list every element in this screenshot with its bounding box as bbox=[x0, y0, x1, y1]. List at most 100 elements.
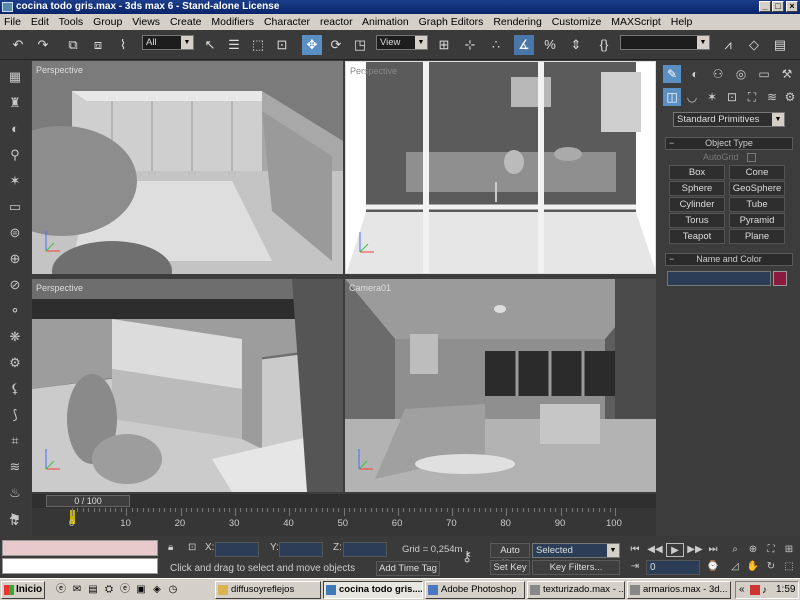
show-desktop-icon[interactable]: ▤ bbox=[86, 583, 100, 597]
torus-button[interactable]: Torus bbox=[669, 213, 725, 228]
viewport-label[interactable]: Perspective bbox=[36, 283, 83, 293]
minimize-button[interactable]: _ bbox=[759, 1, 771, 12]
outlook-icon[interactable]: ✉ bbox=[70, 583, 84, 597]
go-to-start-icon[interactable]: ⏮ bbox=[626, 543, 644, 557]
particles-icon[interactable]: ❋ bbox=[5, 327, 25, 347]
task-diffusoyreflejos[interactable]: diffusoyreflejos bbox=[215, 581, 321, 599]
track-bar[interactable]: ⇅ 0 10 20 30 40 50 60 70 80 90 100 bbox=[9, 508, 656, 536]
close-button[interactable]: × bbox=[786, 1, 798, 12]
cylinder-icon[interactable]: ⊜ bbox=[5, 223, 25, 243]
lock-icon[interactable]: 🔒︎ bbox=[168, 542, 173, 553]
menu-maxscript[interactable]: MAXScript bbox=[611, 16, 661, 28]
maximize-viewport-icon[interactable]: ⬚ bbox=[780, 560, 798, 574]
viewport-bottom-right[interactable]: Camera01 bbox=[345, 279, 656, 492]
material-icon[interactable]: ◐ bbox=[5, 119, 25, 139]
layer-manager-icon[interactable]: ▤ bbox=[770, 35, 790, 55]
mirror-icon[interactable]: ⩘ bbox=[718, 35, 738, 55]
pan-icon[interactable]: ✋ bbox=[744, 560, 762, 574]
set-key-button[interactable]: Set Key bbox=[490, 560, 530, 575]
menu-edit[interactable]: Edit bbox=[31, 16, 49, 28]
bend-icon[interactable]: ⟆ bbox=[5, 405, 25, 425]
name-and-color-rollup[interactable]: − Name and Color bbox=[665, 253, 793, 266]
select-object-icon[interactable]: ↖ bbox=[200, 35, 220, 55]
time-slider-thumb[interactable]: 0 / 100 bbox=[46, 495, 130, 507]
autogrid-checkbox[interactable] bbox=[747, 153, 756, 162]
spinner-snap-icon[interactable]: ⇕ bbox=[566, 35, 586, 55]
redo-icon[interactable]: ↷ bbox=[33, 35, 53, 55]
window-crossing-icon[interactable]: ⊡ bbox=[272, 35, 292, 55]
sphere-button[interactable]: Sphere bbox=[669, 181, 725, 196]
set-key-icon[interactable]: ⚷ bbox=[462, 548, 472, 565]
object-type-rollup[interactable]: − Object Type bbox=[665, 137, 793, 150]
task-adobe-photoshop[interactable]: Adobe Photoshop bbox=[425, 581, 525, 599]
compound-icon[interactable]: ⚬ bbox=[5, 301, 25, 321]
display-tab-icon[interactable]: ▭ bbox=[755, 65, 773, 83]
move-icon[interactable]: ✥ bbox=[302, 35, 322, 55]
unlink-icon[interactable]: ⧈ bbox=[88, 35, 108, 55]
link-icon[interactable]: ⧉ bbox=[63, 35, 83, 55]
shapes-icon[interactable]: ⊕ bbox=[5, 249, 25, 269]
edit-named-selection-icon[interactable]: {} bbox=[594, 35, 614, 55]
key-filters-button[interactable]: Key Filters... bbox=[532, 560, 620, 575]
space-warps-icon[interactable]: ≋ bbox=[763, 88, 781, 106]
menu-create[interactable]: Create bbox=[170, 16, 202, 28]
modeling-icon[interactable]: ▦ bbox=[5, 67, 25, 87]
box-icon[interactable]: ▭ bbox=[5, 197, 25, 217]
mini-curve-editor-icon[interactable]: ⇅ bbox=[4, 512, 24, 530]
menu-modifiers[interactable]: Modifiers bbox=[211, 16, 254, 28]
scale-icon[interactable]: ◳ bbox=[350, 35, 370, 55]
angle-snap-icon[interactable]: ∡ bbox=[514, 35, 534, 55]
menu-customize[interactable]: Customize bbox=[552, 16, 602, 28]
cameras-icon[interactable]: ⊡ bbox=[723, 88, 741, 106]
go-to-end-icon[interactable]: ⏭ bbox=[704, 543, 722, 557]
lathe-icon[interactable]: ♜ bbox=[5, 93, 25, 113]
selection-filter-dropdown[interactable]: All ▼ bbox=[142, 35, 194, 50]
zoom-extents-icon[interactable]: ⛶ bbox=[762, 543, 780, 557]
auto-key-button[interactable]: Auto Key bbox=[490, 543, 530, 569]
play-icon[interactable]: ▶ bbox=[666, 543, 684, 557]
lights-icon[interactable]: ✶ bbox=[703, 88, 721, 106]
cylinder-button[interactable]: Cylinder bbox=[669, 197, 725, 212]
bind-space-warp-icon[interactable]: ⌇ bbox=[113, 35, 133, 55]
tube-button[interactable]: Tube bbox=[729, 197, 785, 212]
z-coordinate-field[interactable] bbox=[343, 542, 387, 557]
zoom-all-icon[interactable]: ⊕ bbox=[744, 543, 762, 557]
systems-icon[interactable]: ⚙ bbox=[781, 88, 799, 106]
viewport-label[interactable]: Perspective bbox=[350, 66, 397, 76]
motion-tab-icon[interactable]: ◎ bbox=[732, 65, 750, 83]
select-by-name-icon[interactable]: ☰ bbox=[224, 35, 244, 55]
helper-star-icon[interactable]: ✶ bbox=[5, 171, 25, 191]
viewport-top-right[interactable]: Perspective bbox=[345, 61, 656, 274]
zoom-icon[interactable]: ⌕ bbox=[726, 543, 744, 557]
task-armarios[interactable]: armarios.max - 3d... bbox=[627, 581, 731, 599]
task-cocina-todo-gris[interactable]: cocina todo gris.... bbox=[323, 581, 423, 599]
modifier-icon[interactable]: ⚸ bbox=[5, 379, 25, 399]
menu-graph-editors[interactable]: Graph Editors bbox=[419, 16, 484, 28]
menu-reactor[interactable]: reactor bbox=[320, 16, 353, 28]
menu-help[interactable]: Help bbox=[671, 16, 693, 28]
menu-tools[interactable]: Tools bbox=[59, 16, 84, 28]
reference-coord-dropdown[interactable]: View ▼ bbox=[376, 35, 428, 50]
geosphere-button[interactable]: GeoSphere bbox=[729, 181, 785, 196]
viewport-label[interactable]: Perspective bbox=[36, 65, 83, 75]
time-configuration-icon[interactable]: ⌚ bbox=[704, 560, 722, 574]
select-manipulate-icon[interactable]: ⊹ bbox=[460, 35, 480, 55]
next-frame-icon[interactable]: ▶▶ bbox=[686, 543, 704, 557]
field-of-view-icon[interactable]: ◿ bbox=[726, 560, 744, 574]
bones-icon[interactable]: ⚙ bbox=[5, 353, 25, 373]
menu-group[interactable]: Group bbox=[93, 16, 122, 28]
key-mode-toggle-icon[interactable]: ⇥ bbox=[626, 560, 644, 574]
viewport-label[interactable]: Camera01 bbox=[349, 283, 391, 293]
menu-rendering[interactable]: Rendering bbox=[493, 16, 541, 28]
menu-views[interactable]: Views bbox=[132, 16, 160, 28]
start-button[interactable]: Inicio bbox=[1, 581, 45, 599]
maxscript-listener-mini[interactable] bbox=[2, 540, 158, 556]
pyramid-button[interactable]: Pyramid bbox=[729, 213, 785, 228]
app-quicklaunch-icon[interactable]: ◈ bbox=[150, 583, 164, 597]
undo-icon[interactable]: ↶ bbox=[8, 35, 28, 55]
menu-file[interactable]: File bbox=[4, 16, 21, 28]
wave-icon[interactable]: ≋ bbox=[5, 457, 25, 477]
align-icon[interactable]: ◇ bbox=[744, 35, 764, 55]
folder-icon[interactable]: ▣ bbox=[134, 583, 148, 597]
create-tab-icon[interactable]: ✎ bbox=[663, 65, 681, 83]
